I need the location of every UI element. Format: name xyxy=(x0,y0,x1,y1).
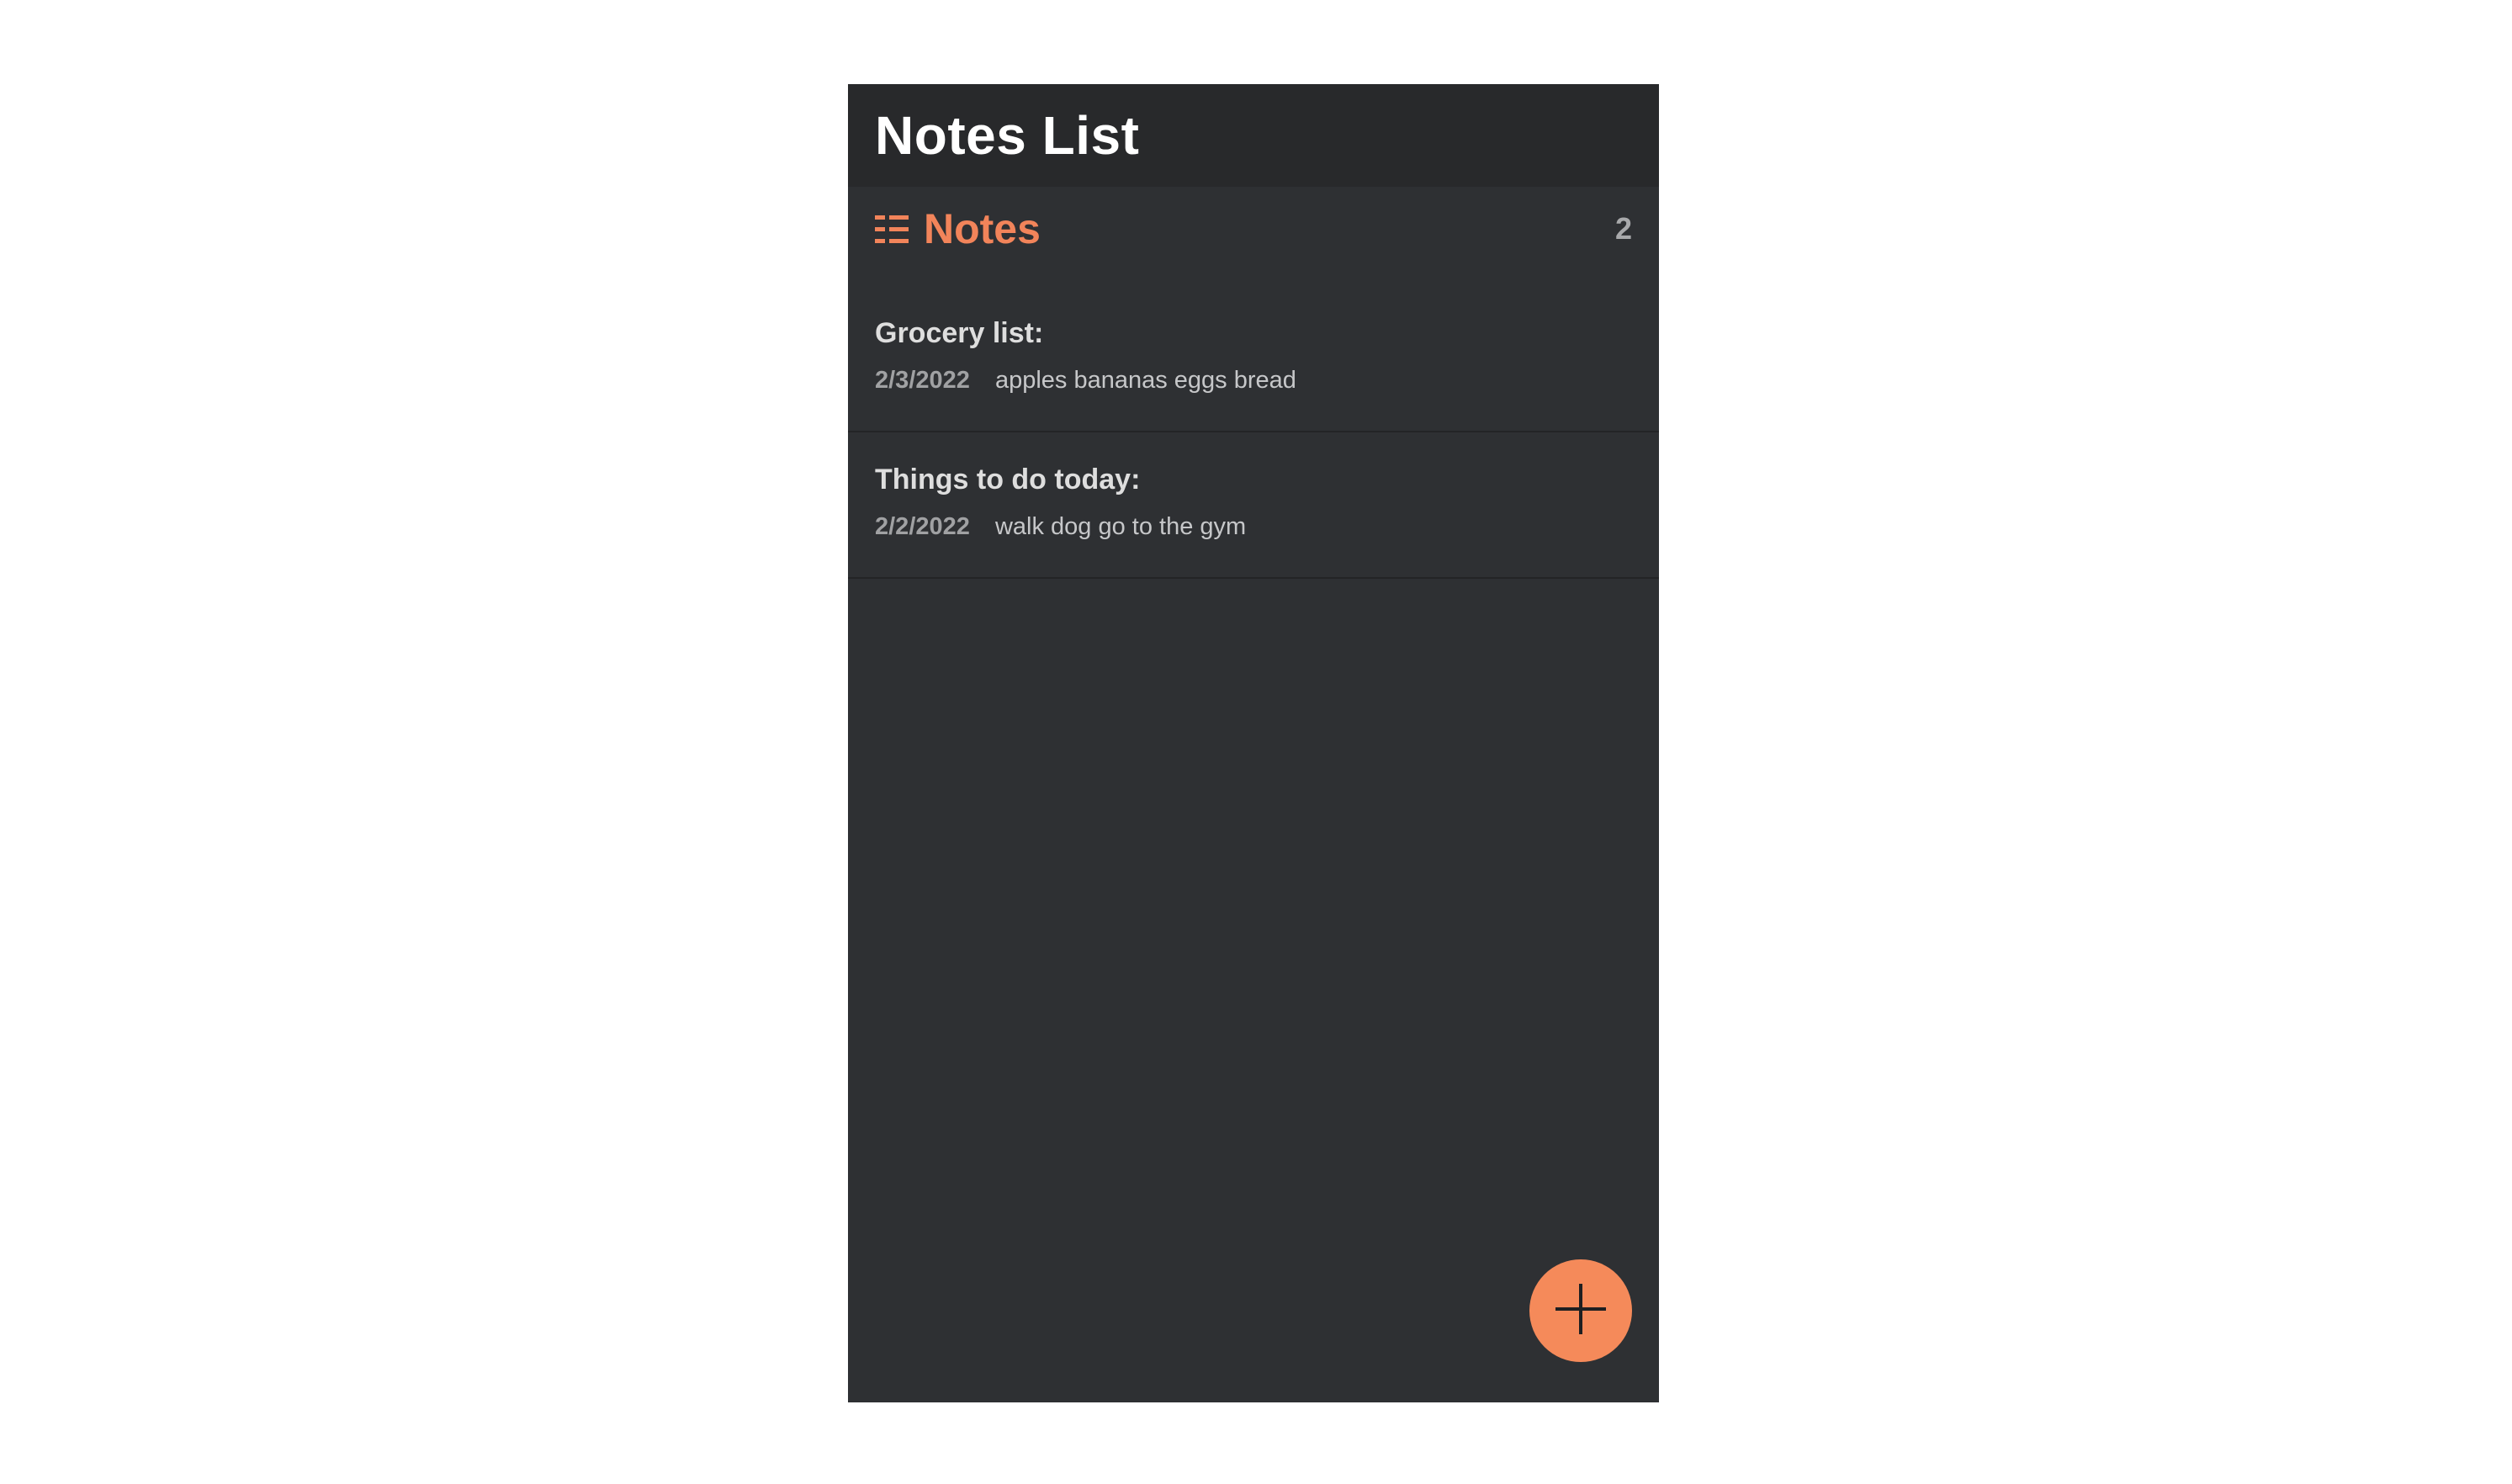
note-preview: apples bananas eggs bread xyxy=(994,367,1296,394)
note-list: Grocery list: 2/3/2022 apples bananas eg… xyxy=(848,286,1659,579)
list-icon xyxy=(875,212,909,246)
note-date: 2/3/2022 xyxy=(875,367,970,394)
note-meta: 2/2/2022 walk dog go to the gym xyxy=(875,511,1632,542)
notes-list-header: Notes 2 xyxy=(848,187,1659,271)
add-note-button[interactable] xyxy=(1529,1259,1632,1362)
note-title: Things to do today: xyxy=(875,464,1141,496)
note-item-things-to-do[interactable]: Things to do today: 2/2/2022 walk dog go… xyxy=(848,432,1659,579)
note-count: 2 xyxy=(1614,211,1632,246)
note-date: 2/2/2022 xyxy=(875,513,970,540)
note-preview: walk dog go to the gym xyxy=(994,513,1247,540)
notes-heading: Notes xyxy=(924,205,1041,252)
note-meta: 2/3/2022 apples bananas eggs bread xyxy=(875,365,1632,395)
note-title: Grocery list: xyxy=(875,317,1044,349)
app-title: Notes List xyxy=(875,105,1140,166)
notes-app: Notes List Notes 2 Grocery list: 2/3/202… xyxy=(848,84,1659,1402)
app-header: Notes List xyxy=(848,84,1659,187)
plus-icon xyxy=(1554,1282,1608,1340)
note-item-grocery[interactable]: Grocery list: 2/3/2022 apples bananas eg… xyxy=(848,286,1659,432)
